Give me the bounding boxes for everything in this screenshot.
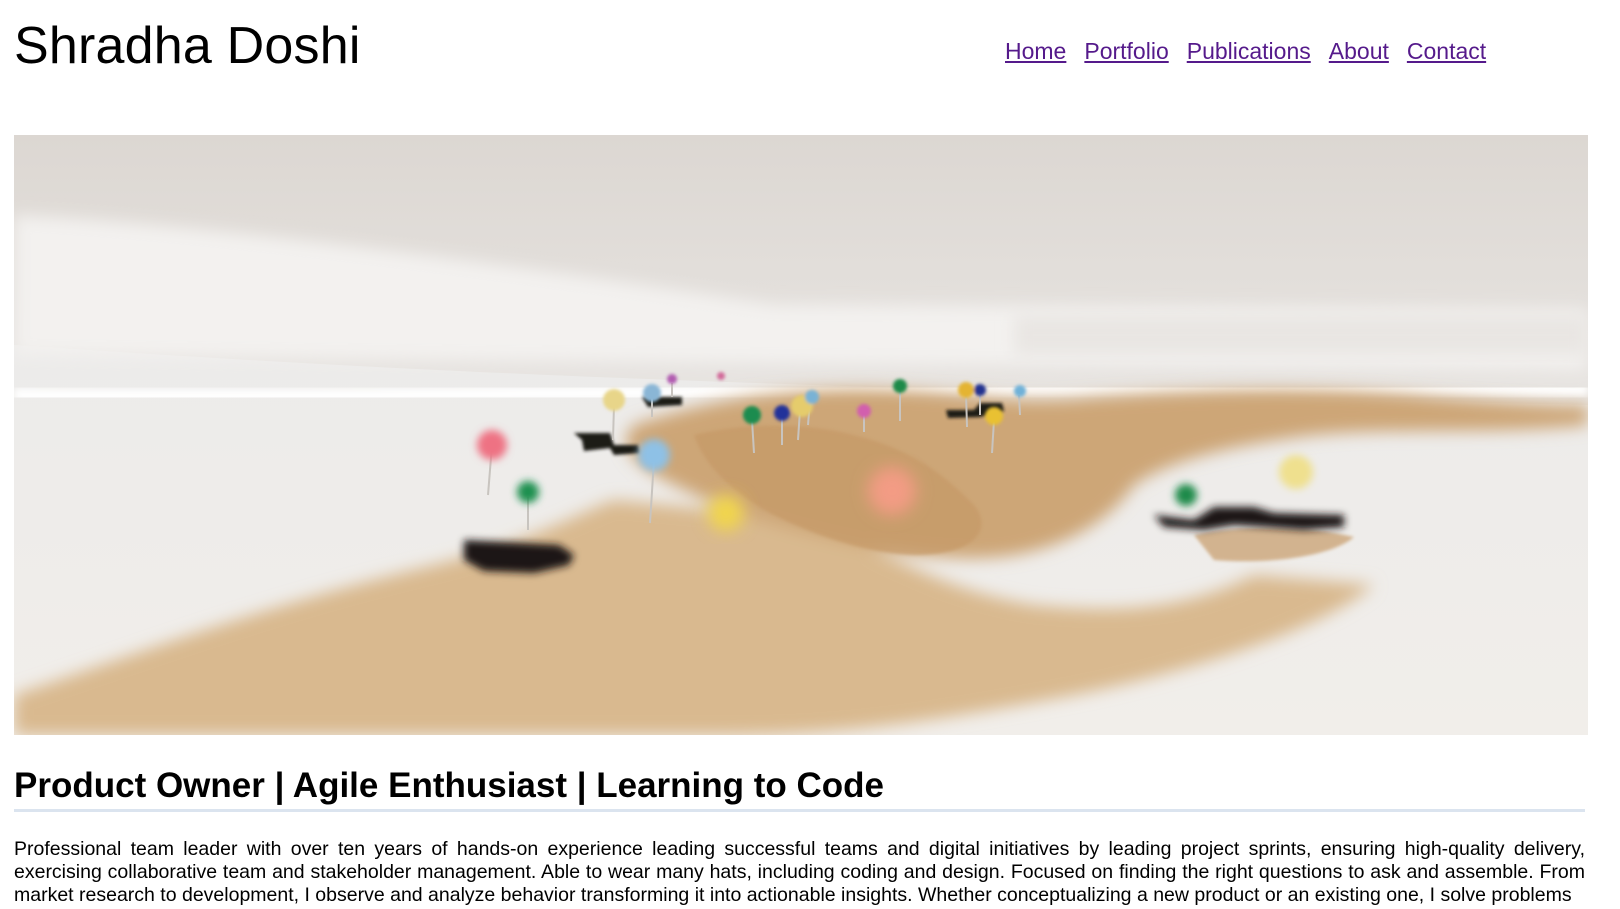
nav-link-about[interactable]: About bbox=[1329, 38, 1389, 64]
nav-link-publications[interactable]: Publications bbox=[1187, 38, 1311, 64]
page-headline: Product Owner | Agile Enthusiast | Learn… bbox=[14, 765, 1585, 812]
nav-link-contact[interactable]: Contact bbox=[1407, 38, 1486, 64]
site-title: Shradha Doshi bbox=[14, 17, 361, 75]
world-map-pins-photo bbox=[14, 135, 1588, 735]
summary-paragraph: Professional team leader with over ten y… bbox=[14, 838, 1585, 906]
nav-link-home[interactable]: Home bbox=[1005, 38, 1066, 64]
nav-link-portfolio[interactable]: Portfolio bbox=[1084, 38, 1168, 64]
main-nav: Home Portfolio Publications About Contact bbox=[1005, 37, 1504, 65]
hero-image bbox=[14, 135, 1588, 735]
